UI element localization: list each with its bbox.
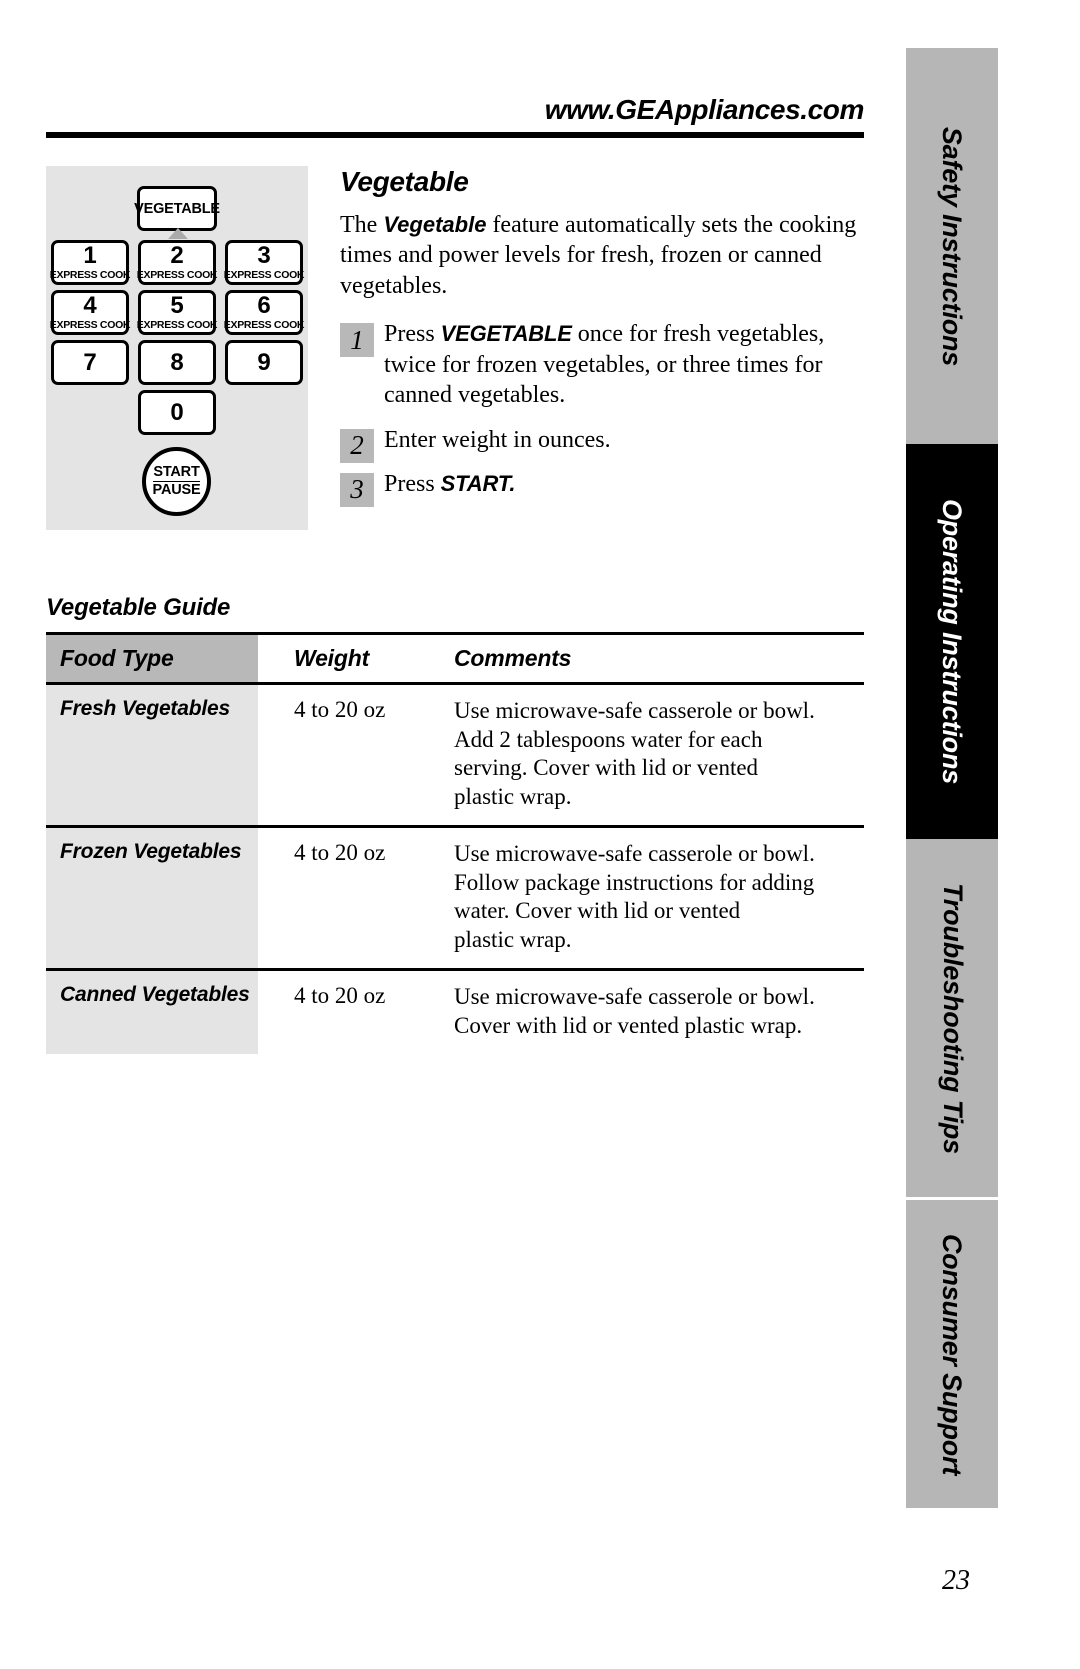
site-url: www.GEAppliances.com [544, 94, 865, 125]
key-digit: 1 [83, 242, 97, 270]
feature-intro: The Vegetable feature automatically sets… [340, 210, 868, 301]
step-emphasis: START. [440, 470, 516, 496]
cell-food-type: Canned Vegetables [46, 969, 258, 1055]
cell-comments: Use microwave-safe casserole or bowl. Fo… [426, 826, 864, 972]
keypad-key-0[interactable]: 0 [138, 390, 216, 435]
keypad-key-9[interactable]: 9 [225, 340, 303, 385]
table-header-row: Food Type Weight Comments [46, 632, 864, 685]
key-digit: 5 [170, 292, 184, 320]
comment-line: Use microwave-safe casserole or bowl. [454, 841, 815, 867]
key-sublabel: EXPRESS COOK [136, 269, 218, 282]
table-row: Fresh Vegetables 4 to 20 oz Use microwav… [46, 683, 864, 829]
cell-weight: 4 to 20 oz [258, 683, 426, 829]
column-header-weight: Weight [258, 632, 426, 685]
step-text: Press VEGETABLE once for fresh vegetable… [384, 319, 868, 410]
key-digit: 9 [257, 348, 271, 376]
intro-before: The [340, 212, 384, 238]
feature-section: Vegetable The Vegetable feature automati… [340, 166, 868, 513]
comment-line: Add 2 tablespoons water for each [454, 726, 763, 752]
control-panel-diagram: VEGETABLE 1 EXPRESS COOK 2 EXPRESS COOK … [46, 166, 308, 530]
sidebar-tab-label: Consumer Support [937, 1233, 968, 1475]
comment-line: water. Cover with lid or vented [454, 898, 741, 924]
key-digit: 7 [83, 348, 97, 376]
vegetable-button-label: VEGETABLE [134, 200, 220, 217]
sidebar-tab-label: Troubleshooting Tips [937, 882, 968, 1154]
key-sublabel: EXPRESS COOK [223, 319, 305, 332]
table-row: Frozen Vegetables 4 to 20 oz Use microwa… [46, 826, 864, 972]
sidebar-tab-safety-instructions[interactable]: Safety Instructions [906, 48, 998, 444]
step-number-badge: 1 [340, 323, 374, 358]
cell-weight: 4 to 20 oz [258, 826, 426, 972]
feature-title: Vegetable [340, 166, 469, 197]
cell-comments: Use microwave-safe casserole or bowl. Ad… [426, 683, 864, 829]
key-sublabel: EXPRESS COOK [136, 319, 218, 332]
step-number-badge: 2 [340, 428, 374, 463]
cell-food-type: Frozen Vegetables [46, 826, 258, 972]
keypad-key-8[interactable]: 8 [138, 340, 216, 385]
keypad-key-1[interactable]: 1 EXPRESS COOK [49, 240, 131, 285]
comment-line: Use microwave-safe casserole or bowl. [454, 698, 815, 723]
key-digit: 8 [170, 348, 184, 376]
cell-weight: 4 to 20 oz [294, 983, 386, 1009]
keypad-key-5[interactable]: 5 EXPRESS COOK [136, 290, 218, 335]
vegetable-guide-table: Food Type Weight Comments Fresh Vegetabl… [46, 632, 864, 1055]
sidebar-tab-operating-instructions[interactable]: Operating Instructions [906, 444, 998, 839]
start-pause-button[interactable]: START PAUSE [142, 447, 211, 516]
table-row: Canned Vegetables 4 to 20 oz Use microwa… [46, 969, 864, 1055]
comment-line: Follow package instructions for adding [454, 869, 815, 895]
step-emphasis: VEGETABLE [440, 321, 572, 347]
comment-line: plastic wrap. [454, 783, 572, 809]
guide-title: Vegetable Guide [46, 594, 231, 621]
pointer-triangle-icon [168, 228, 188, 239]
keypad-key-4[interactable]: 4 EXPRESS COOK [49, 290, 131, 335]
intro-emphasis: Vegetable [383, 212, 487, 237]
comment-line: Cover with lid or vented plastic wrap. [454, 1012, 803, 1038]
keypad-key-6[interactable]: 6 EXPRESS COOK [223, 290, 305, 335]
cell-comments: Use microwave-safe casserole or bowl. Co… [426, 970, 864, 1055]
sidebar-tab-consumer-support[interactable]: Consumer Support [906, 1200, 998, 1508]
start-label: START [153, 464, 200, 482]
sidebar-tab-label: Operating Instructions [937, 498, 968, 785]
step-item: 1 Press VEGETABLE once for fresh vegetab… [340, 319, 868, 410]
column-header-comments: Comments [426, 632, 864, 685]
step-item: 2 Enter weight in ounces. [340, 425, 868, 463]
key-digit: 2 [170, 242, 184, 270]
keypad-layout: VEGETABLE 1 EXPRESS COOK 2 EXPRESS COOK … [46, 166, 308, 530]
comment-line: serving. Cover with lid or vented [454, 755, 759, 781]
sidebar-tab-label: Safety Instructions [937, 126, 968, 366]
key-sublabel: EXPRESS COOK [49, 269, 131, 282]
page-number: 23 [942, 1565, 970, 1596]
key-digit: 3 [257, 242, 271, 270]
comment-line: Use microwave-safe casserole or bowl. [454, 984, 815, 1010]
pause-label: PAUSE [152, 482, 201, 498]
step-number-badge: 3 [340, 472, 374, 507]
keypad-key-7[interactable]: 7 [51, 340, 129, 385]
manual-page: www.GEAppliances.com Safety Instructions… [0, 0, 1080, 1669]
step-text: Press START. [384, 469, 868, 499]
step-text-before: Press [384, 321, 441, 348]
keypad-key-2[interactable]: 2 EXPRESS COOK [136, 240, 218, 285]
section-tabs-sidebar: Safety Instructions Operating Instructio… [906, 48, 998, 1508]
step-text: Enter weight in ounces. [384, 425, 868, 455]
key-digit: 0 [170, 398, 184, 426]
cell-food-type: Fresh Vegetables [46, 683, 258, 829]
sidebar-tab-troubleshooting-tips[interactable]: Troubleshooting Tips [906, 839, 998, 1197]
step-text-before: Enter weight in ounces. [384, 426, 611, 453]
step-text-before: Press [384, 470, 441, 497]
vegetable-button[interactable]: VEGETABLE [134, 186, 220, 231]
header-rule [46, 132, 864, 138]
step-item: 3 Press START. [340, 469, 868, 507]
column-header-food-type: Food Type [46, 632, 258, 685]
page-header: www.GEAppliances.com [46, 96, 864, 138]
comment-line: plastic wrap. [454, 926, 572, 952]
key-digit: 6 [257, 292, 271, 320]
key-sublabel: EXPRESS COOK [223, 269, 305, 282]
key-digit: 4 [83, 292, 97, 320]
key-sublabel: EXPRESS COOK [49, 319, 131, 332]
keypad-key-3[interactable]: 3 EXPRESS COOK [223, 240, 305, 285]
